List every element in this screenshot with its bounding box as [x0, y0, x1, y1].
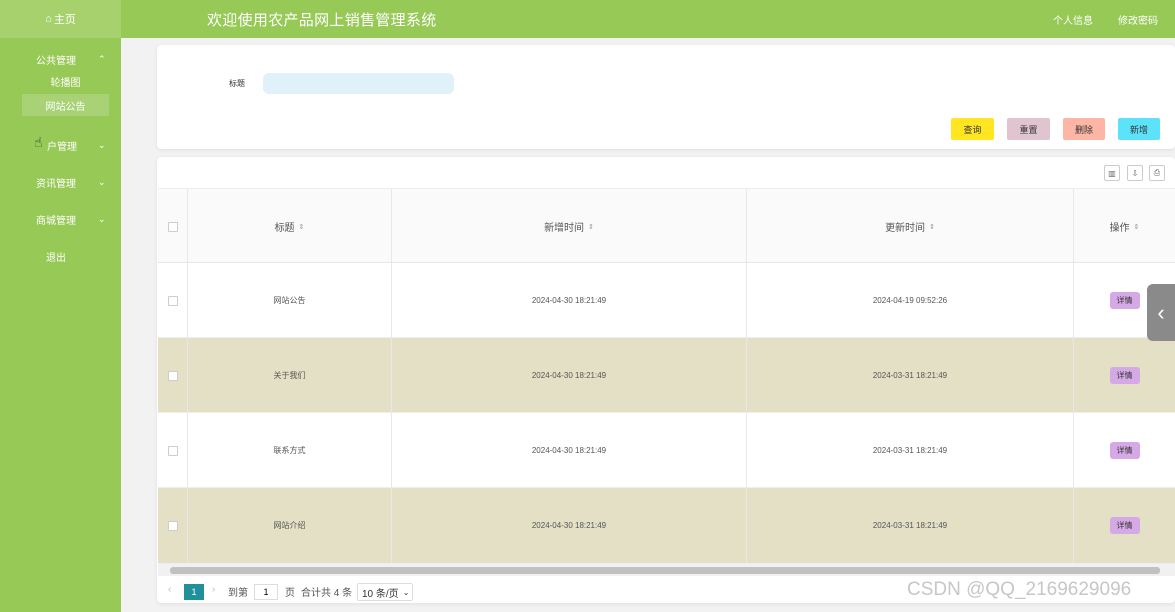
delete-button[interactable]: 删除: [1063, 118, 1105, 140]
chevron-down-icon: ⌄: [402, 587, 410, 597]
cell-created: 2024-04-30 18:21:49: [392, 488, 747, 563]
column-header-label: 新增时间: [544, 223, 585, 234]
page-size-value: 10 条/页: [362, 588, 399, 600]
row-checkbox-cell: [158, 488, 188, 563]
chevron-down-icon: ⌄: [98, 213, 106, 224]
cell-created: 2024-04-30 18:21:49: [392, 263, 747, 338]
page-size-select[interactable]: 10 条/页 ⌄: [357, 583, 413, 601]
detail-button[interactable]: 详情: [1109, 517, 1140, 534]
cell-title: 网站公告: [188, 263, 392, 338]
chevron-down-icon: ⌄: [98, 176, 106, 187]
row-checkbox[interactable]: [167, 295, 178, 306]
menu-group-public[interactable]: 公共管理 ⌃: [0, 47, 121, 71]
cell-title: 关于我们: [188, 338, 392, 413]
header-checkbox-cell: [158, 189, 188, 264]
table-row: 网站公告 2024-04-30 18:21:49 2024-04-19 09:5…: [158, 263, 1175, 338]
table-header: 标题 ⇕ 新增时间 ⇕ 更新时间 ⇕ 操作 ⇕: [158, 188, 1175, 264]
sidebar-item-announcements[interactable]: 网站公告: [22, 94, 109, 116]
collapse-panel-handle[interactable]: ‹: [1147, 284, 1175, 341]
watermark: CSDN @QQ_2169629096: [907, 579, 1132, 600]
cell-actions: 详情: [1074, 488, 1175, 563]
scrollbar-thumb[interactable]: [170, 567, 1160, 574]
cell-updated: 2024-03-31 18:21:49: [747, 413, 1074, 488]
table-row: 联系方式 2024-04-30 18:21:49 2024-03-31 18:2…: [158, 413, 1175, 488]
reset-button[interactable]: 重置: [1007, 118, 1050, 140]
app-title: 欢迎使用农产品网上销售管理系统: [207, 12, 437, 29]
sidebar: [0, 38, 121, 612]
column-header-label: 更新时间: [885, 223, 926, 234]
menu-group-label: 户管理: [47, 141, 77, 153]
query-button[interactable]: 查询: [951, 118, 994, 140]
search-title-label: 标题: [229, 79, 245, 88]
menu-group-label: 公共管理: [36, 55, 76, 67]
cell-title: 网站介绍: [188, 488, 392, 563]
column-header-updated[interactable]: 更新时间 ⇕: [747, 189, 1074, 264]
detail-button[interactable]: 详情: [1109, 292, 1140, 309]
cell-actions: 详情: [1074, 338, 1175, 413]
prev-page-button[interactable]: ‹: [168, 584, 171, 595]
sort-icon[interactable]: ⇕: [299, 223, 305, 231]
chevron-up-icon: ⌃: [98, 53, 106, 64]
print-icon[interactable]: ⎙: [1149, 165, 1165, 181]
column-header-label: 标题: [274, 223, 295, 234]
cell-created: 2024-04-30 18:21:49: [392, 413, 747, 488]
logout-label: 退出: [46, 252, 66, 264]
menu-group-shop[interactable]: 商城管理 ⌄: [0, 207, 121, 231]
goto-page-input[interactable]: [254, 584, 278, 600]
sidebar-item-carousel[interactable]: 轮播图: [22, 70, 109, 92]
column-header-label: 操作: [1109, 223, 1130, 234]
top-bar: ⌂ 主页 欢迎使用农产品网上销售管理系统 个人信息 修改密码: [0, 0, 1175, 38]
detail-button[interactable]: 详情: [1109, 367, 1140, 384]
home-link[interactable]: ⌂ 主页: [0, 0, 121, 38]
filter-columns-icon[interactable]: ▥: [1104, 165, 1120, 181]
goto-prefix: 到第: [228, 588, 248, 599]
pointer-cursor-icon: ☝: [34, 134, 43, 150]
column-header-created[interactable]: 新增时间 ⇕: [392, 189, 747, 264]
logout-menu-item[interactable]: 退出: [0, 244, 121, 268]
add-button[interactable]: 新增: [1118, 118, 1160, 140]
row-checkbox[interactable]: [167, 370, 178, 381]
export-icon[interactable]: ⇩: [1127, 165, 1143, 181]
menu-group-label: 资讯管理: [36, 178, 76, 190]
table-row: 关于我们 2024-04-30 18:21:49 2024-03-31 18:2…: [158, 338, 1175, 413]
row-checkbox[interactable]: [167, 520, 178, 531]
column-header-title[interactable]: 标题 ⇕: [188, 189, 392, 264]
chevron-left-icon: ‹: [1157, 299, 1165, 325]
total-count: 合计共 4 条: [301, 588, 353, 599]
row-checkbox-cell: [158, 413, 188, 488]
goto-suffix: 页: [285, 588, 295, 599]
change-password-link[interactable]: 修改密码: [1118, 12, 1158, 27]
cell-created: 2024-04-30 18:21:49: [392, 338, 747, 413]
sort-icon[interactable]: ⇕: [588, 223, 594, 231]
detail-button[interactable]: 详情: [1109, 442, 1140, 459]
menu-group-news[interactable]: 资讯管理 ⌄: [0, 170, 121, 194]
row-checkbox-cell: [158, 263, 188, 338]
profile-link[interactable]: 个人信息: [1053, 12, 1093, 27]
sort-icon[interactable]: ⇕: [929, 223, 935, 231]
table-row: 网站介绍 2024-04-30 18:21:49 2024-03-31 18:2…: [158, 488, 1175, 564]
cell-actions: 详情: [1074, 413, 1175, 488]
menu-group-label: 商城管理: [36, 215, 76, 227]
row-checkbox[interactable]: [167, 445, 178, 456]
cell-title: 联系方式: [188, 413, 392, 488]
select-all-checkbox[interactable]: [167, 221, 178, 232]
cell-updated: 2024-03-31 18:21:49: [747, 488, 1074, 563]
next-page-button[interactable]: ›: [212, 584, 215, 595]
search-title-input[interactable]: [263, 73, 454, 94]
sort-icon[interactable]: ⇕: [1134, 223, 1140, 231]
cell-updated: 2024-03-31 18:21:49: [747, 338, 1074, 413]
horizontal-scrollbar[interactable]: [158, 564, 1175, 576]
cell-updated: 2024-04-19 09:52:26: [747, 263, 1074, 338]
column-header-actions[interactable]: 操作 ⇕: [1074, 189, 1175, 264]
home-label: 主页: [53, 14, 76, 26]
home-icon: ⌂: [45, 13, 52, 25]
chevron-down-icon: ⌄: [98, 139, 106, 150]
menu-group-users[interactable]: 户管理 ⌄: [0, 133, 121, 157]
row-checkbox-cell: [158, 338, 188, 413]
current-page-button[interactable]: 1: [184, 584, 204, 600]
